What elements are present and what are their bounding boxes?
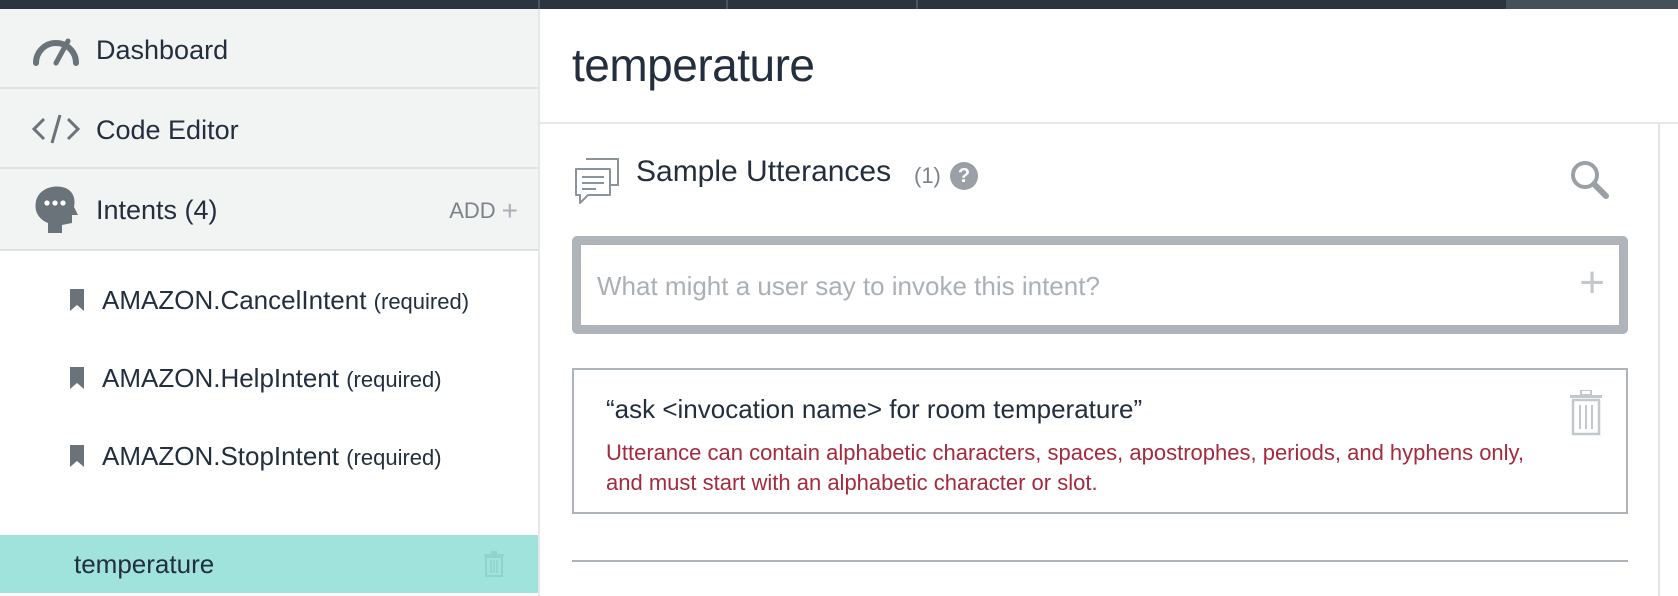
intent-name: AMAZON.StopIntent (required) — [102, 441, 442, 471]
utterance-error-message: Utterance can contain alphabetic charact… — [606, 440, 1525, 495]
utterance-count: (1) — [914, 163, 941, 188]
search-icon[interactable] — [1568, 158, 1612, 202]
top-bar-separator — [538, 0, 540, 9]
code-icon — [31, 114, 81, 144]
head-chat-icon — [35, 186, 78, 233]
sidebar-intent-help[interactable]: AMAZON.HelpIntent (required) — [0, 349, 538, 407]
gauge-icon — [33, 38, 79, 66]
sidebar-item-label: Intents (4) — [96, 195, 218, 225]
section-divider — [572, 560, 1628, 562]
trash-icon[interactable] — [483, 551, 505, 577]
sidebar-intent-temperature[interactable]: temperature — [0, 535, 538, 593]
add-intent-label: ADD — [449, 198, 496, 223]
sidebar-item-intents[interactable]: Intents (4) ADD + — [0, 169, 538, 251]
plus-icon: + — [501, 195, 518, 226]
sidebar-item-label: Code Editor — [96, 115, 239, 145]
utterance-input-box: + — [572, 236, 1628, 334]
bookmark-icon — [70, 445, 84, 467]
utterance-input[interactable] — [595, 245, 1559, 327]
sidebar-item-code-editor[interactable]: Code Editor — [0, 89, 538, 169]
utterance-card: “ask <invocation name> for room temperat… — [572, 368, 1628, 514]
sidebar-item-label: Dashboard — [96, 35, 229, 65]
sidebar-intent-stop[interactable]: AMAZON.StopIntent (required) — [0, 427, 538, 485]
top-bar-segment — [1506, 0, 1678, 9]
page-title: temperature — [572, 39, 815, 91]
top-nav-bar — [0, 0, 1678, 9]
sidebar-item-dashboard[interactable]: Dashboard — [0, 9, 538, 89]
sidebar-intent-cancel[interactable]: AMAZON.CancelIntent (required) — [0, 271, 538, 329]
intent-name: AMAZON.CancelIntent (required) — [102, 285, 470, 315]
add-utterance-plus-icon[interactable]: + — [1579, 261, 1605, 305]
utterance-text[interactable]: “ask <invocation name> for room temperat… — [606, 394, 1142, 425]
section-title: Sample Utterances — [636, 155, 892, 188]
top-bar-separator — [726, 0, 728, 9]
panel-edge — [1658, 124, 1660, 596]
sidebar: Dashboard Code Editor Intents (4) ADD + A… — [0, 9, 538, 596]
add-intent-button[interactable]: ADD + — [449, 195, 518, 227]
chat-bubbles-icon — [575, 158, 619, 204]
bookmark-icon — [70, 289, 84, 311]
help-icon[interactable]: ? — [950, 162, 978, 190]
title-divider — [540, 122, 1678, 124]
bookmark-icon — [70, 367, 84, 389]
sidebar-divider — [538, 9, 540, 596]
trash-icon[interactable] — [1568, 390, 1604, 436]
intent-name: temperature — [74, 549, 215, 579]
top-bar-separator — [916, 0, 918, 9]
intent-name: AMAZON.HelpIntent (required) — [102, 363, 442, 393]
